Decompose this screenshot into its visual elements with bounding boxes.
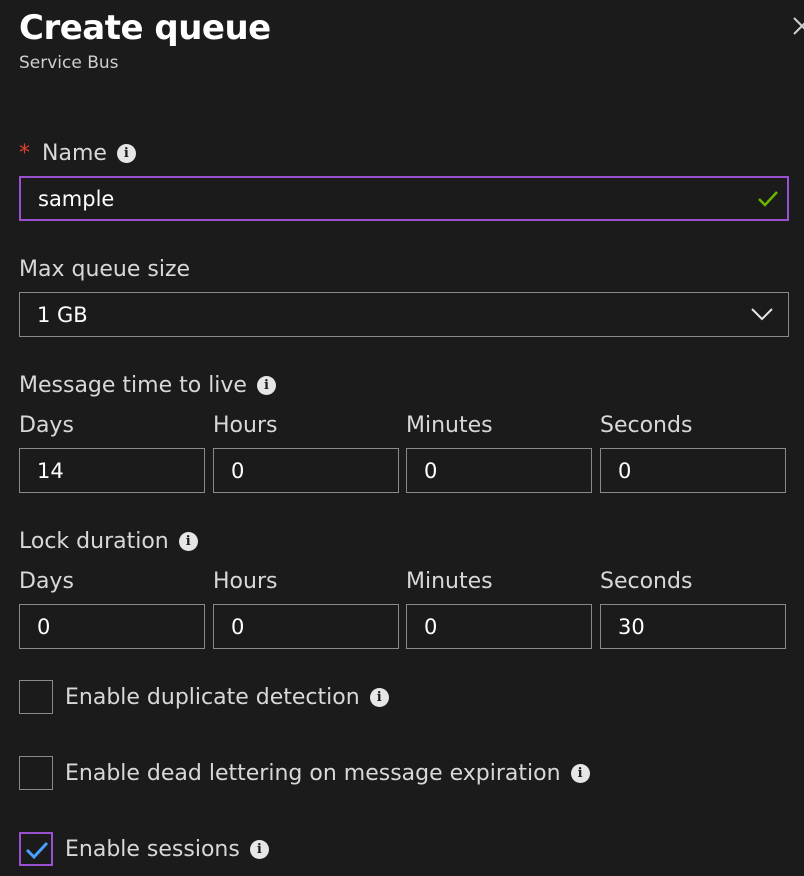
name-input[interactable]: sample — [19, 176, 789, 221]
name-label-row: * Name i — [19, 141, 136, 166]
info-icon[interactable]: i — [256, 376, 276, 395]
max-queue-size-value: 1 GB — [37, 302, 88, 327]
lock-days-label: Days — [19, 569, 74, 594]
max-queue-size-select[interactable]: 1 GB — [19, 292, 789, 337]
required-marker: * — [19, 141, 30, 166]
ttl-days-value: 14 — [37, 458, 64, 483]
ttl-minutes-input[interactable]: 0 — [406, 448, 592, 493]
lock-hours-input[interactable]: 0 — [213, 604, 399, 649]
name-label: Name — [42, 141, 107, 166]
lock-minutes-input[interactable]: 0 — [406, 604, 592, 649]
sessions-label: Enable sessions — [65, 837, 240, 862]
close-icon[interactable] — [790, 14, 804, 38]
sessions-label-row: Enable sessions i — [65, 837, 269, 862]
ttl-minutes-value: 0 — [424, 458, 438, 483]
dead-lettering-checkbox[interactable] — [19, 756, 53, 790]
info-icon[interactable]: i — [249, 840, 269, 859]
ttl-seconds-input[interactable]: 0 — [600, 448, 786, 493]
duplicate-detection-label-row: Enable duplicate detection i — [65, 685, 389, 710]
name-input-value: sample — [38, 186, 115, 211]
duplicate-detection-checkbox[interactable] — [19, 680, 53, 714]
dead-lettering-label: Enable dead lettering on message expirat… — [65, 761, 561, 786]
info-icon[interactable]: i — [369, 688, 389, 707]
message-ttl-label: Message time to live — [19, 373, 247, 398]
max-queue-size-label: Max queue size — [19, 257, 191, 282]
sessions-checkbox[interactable] — [19, 832, 53, 866]
ttl-hours-label: Hours — [213, 413, 278, 438]
ttl-hours-value: 0 — [231, 458, 245, 483]
ttl-days-input[interactable]: 14 — [19, 448, 205, 493]
lock-minutes-value: 0 — [424, 614, 438, 639]
checkmark-icon — [25, 841, 49, 860]
ttl-days-label: Days — [19, 413, 74, 438]
lock-days-input[interactable]: 0 — [19, 604, 205, 649]
panel-title: Create queue — [19, 8, 271, 48]
lock-minutes-label: Minutes — [406, 569, 493, 594]
ttl-seconds-value: 0 — [618, 458, 632, 483]
checkmark-icon — [758, 191, 778, 207]
dead-lettering-label-row: Enable dead lettering on message expirat… — [65, 761, 590, 786]
duplicate-detection-label: Enable duplicate detection — [65, 685, 360, 710]
panel-subtitle: Service Bus — [19, 53, 119, 73]
lock-duration-label-row: Lock duration i — [19, 529, 198, 554]
ttl-hours-input[interactable]: 0 — [213, 448, 399, 493]
ttl-minutes-label: Minutes — [406, 413, 493, 438]
lock-seconds-input[interactable]: 30 — [600, 604, 786, 649]
info-icon[interactable]: i — [178, 532, 198, 551]
lock-days-value: 0 — [37, 614, 51, 639]
lock-duration-label: Lock duration — [19, 529, 169, 554]
ttl-seconds-label: Seconds — [600, 413, 693, 438]
lock-hours-label: Hours — [213, 569, 278, 594]
chevron-down-icon — [751, 308, 773, 321]
lock-hours-value: 0 — [231, 614, 245, 639]
info-icon[interactable]: i — [570, 764, 590, 783]
message-ttl-label-row: Message time to live i — [19, 373, 276, 398]
lock-seconds-value: 30 — [618, 614, 645, 639]
lock-seconds-label: Seconds — [600, 569, 693, 594]
info-icon[interactable]: i — [116, 144, 136, 163]
